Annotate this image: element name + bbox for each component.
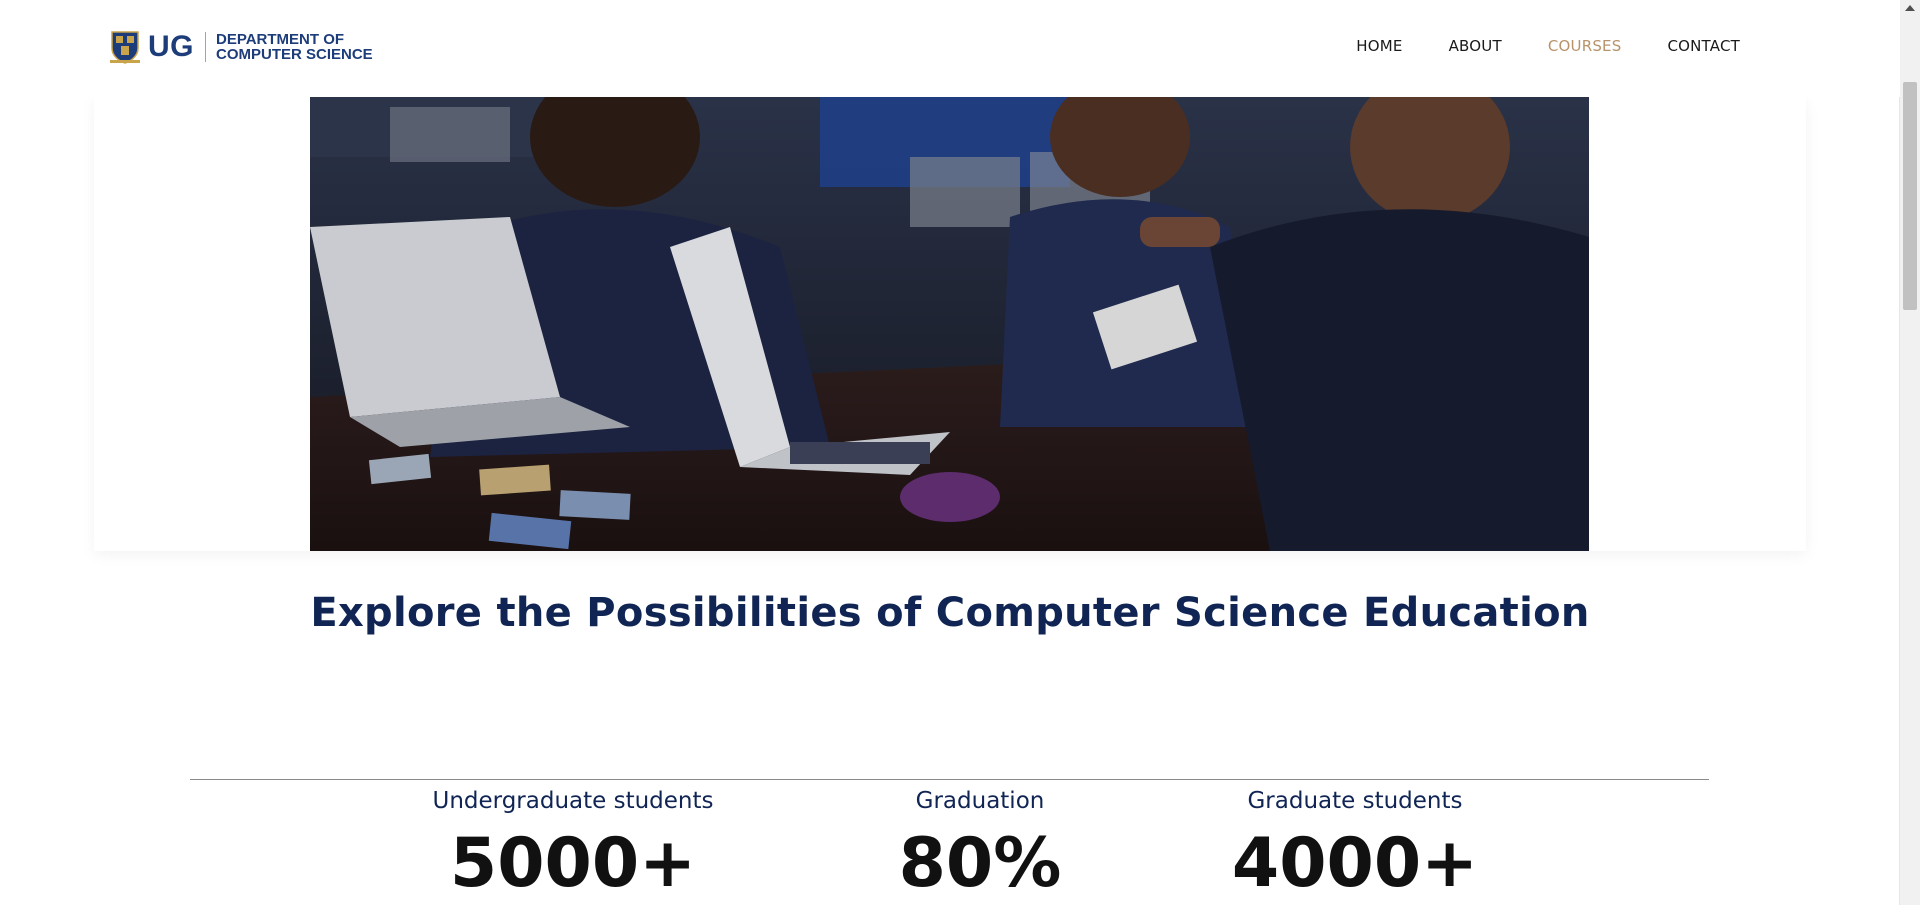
nav-about[interactable]: ABOUT (1449, 37, 1502, 55)
nav-home[interactable]: HOME (1356, 37, 1402, 55)
nav-contact[interactable]: CONTACT (1667, 37, 1740, 55)
logo-dept-line2: COMPUTER SCIENCE (216, 46, 373, 63)
nav-courses[interactable]: COURSES (1548, 37, 1622, 55)
logo-divider (205, 32, 206, 62)
hero-image (310, 97, 1589, 551)
stat-value: 5000+ (449, 824, 697, 903)
site-logo[interactable]: UG DEPARTMENT OF COMPUTER SCIENCE (110, 28, 373, 66)
stat-label: Graduate students (1247, 788, 1463, 814)
classroom-photo-icon (310, 97, 1589, 551)
stat-value: 80% (898, 824, 1062, 903)
vertical-scrollbar[interactable] (1899, 0, 1920, 905)
stat-label: Undergraduate students (432, 788, 714, 814)
stat-value: 4000+ (1231, 824, 1479, 903)
logo-ug-text: UG (148, 30, 194, 63)
scroll-up-arrow-icon[interactable] (1905, 5, 1915, 11)
logo-department: DEPARTMENT OF COMPUTER SCIENCE (216, 32, 373, 62)
logo-dept-line1: DEPARTMENT OF (216, 31, 345, 48)
stat-graduation: Graduation 80% (780, 788, 1180, 904)
stat-graduate: Graduate students 4000+ (1155, 788, 1555, 904)
page: UG DEPARTMENT OF COMPUTER SCIENCE HOME A… (0, 0, 1920, 905)
page-headline: Explore the Possibilities of Computer Sc… (310, 590, 1590, 636)
site-header: UG DEPARTMENT OF COMPUTER SCIENCE HOME A… (0, 0, 1900, 97)
scrollbar-thumb[interactable] (1903, 82, 1917, 310)
main-nav: HOME ABOUT COURSES CONTACT (1356, 37, 1740, 55)
stats-divider (190, 779, 1709, 780)
crest-icon (110, 31, 140, 64)
stat-label: Graduation (915, 788, 1045, 814)
stat-undergraduate: Undergraduate students 5000+ (373, 788, 773, 904)
